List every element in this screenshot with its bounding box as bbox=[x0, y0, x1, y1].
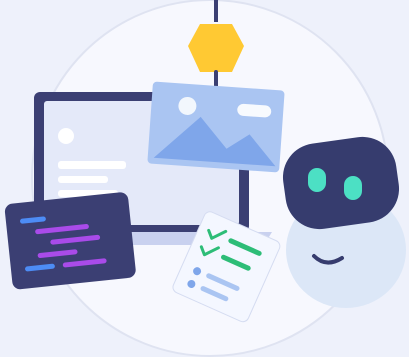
robot-icon bbox=[282, 136, 406, 308]
illustration-canvas bbox=[4, 0, 406, 357]
hero-illustration bbox=[0, 0, 409, 357]
code-editor-icon bbox=[4, 192, 136, 290]
image-icon bbox=[147, 81, 285, 173]
